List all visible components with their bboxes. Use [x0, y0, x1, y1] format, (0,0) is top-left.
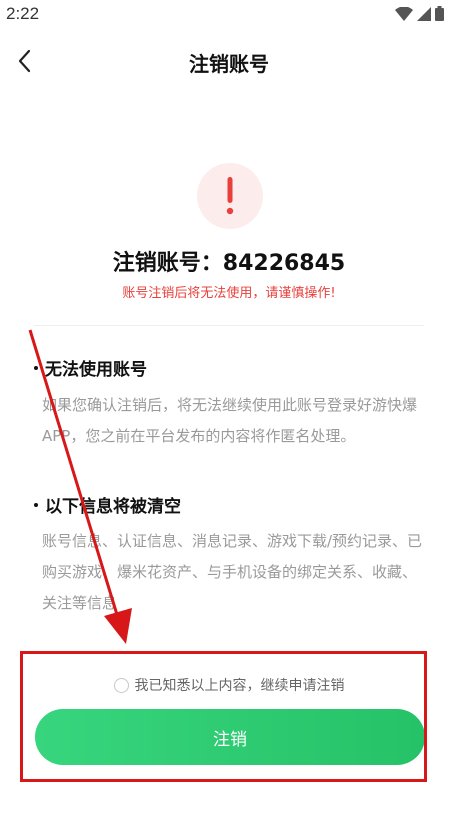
section-heading-text: 无法使用账号: [45, 360, 147, 380]
agreement-checkbox-row[interactable]: 我已知悉以上内容，继续申请注销: [0, 675, 458, 695]
section-body-cleared: 账号信息、认证信息、消息记录、游戏下载/预约记录、已购买游戏、爆米花资产、与手机…: [42, 532, 423, 612]
warning-badge: [197, 163, 263, 229]
account-heading: 注销账号：84226845: [0, 245, 458, 277]
warning-text: 账号注销后将无法使用，请谨慎操作!: [122, 286, 336, 301]
exclamation-icon: [226, 177, 234, 215]
page-title: 注销账号: [189, 52, 269, 76]
wifi-icon: [395, 6, 413, 21]
account-number: 84226845: [222, 251, 346, 276]
agreement-radio[interactable]: [113, 677, 129, 693]
section-heading-cleared: 以下信息将被清空: [34, 492, 181, 517]
status-bar: 2:22: [0, 0, 458, 30]
bullet-dot: [34, 366, 38, 370]
agreement-text: 我已知悉以上内容，继续申请注销: [134, 678, 345, 694]
nav-bar: 注销账号: [0, 36, 458, 86]
section-heading-unusable: 无法使用账号: [34, 355, 147, 380]
status-time: 2:22: [6, 4, 40, 23]
account-label: 注销账号：: [112, 251, 223, 276]
status-icons: [395, 6, 444, 21]
section-heading-text: 以下信息将被清空: [45, 497, 181, 517]
battery-icon: [435, 6, 444, 21]
divider: [34, 325, 424, 326]
cancel-account-button[interactable]: 注销: [35, 709, 425, 765]
signal-icon: [417, 6, 431, 21]
section-body-unusable: 如果您确认注销后，将无法继续使用此账号登录好游快爆APP，您之前在平台发布的内容…: [42, 396, 418, 445]
bullet-dot: [34, 503, 38, 507]
